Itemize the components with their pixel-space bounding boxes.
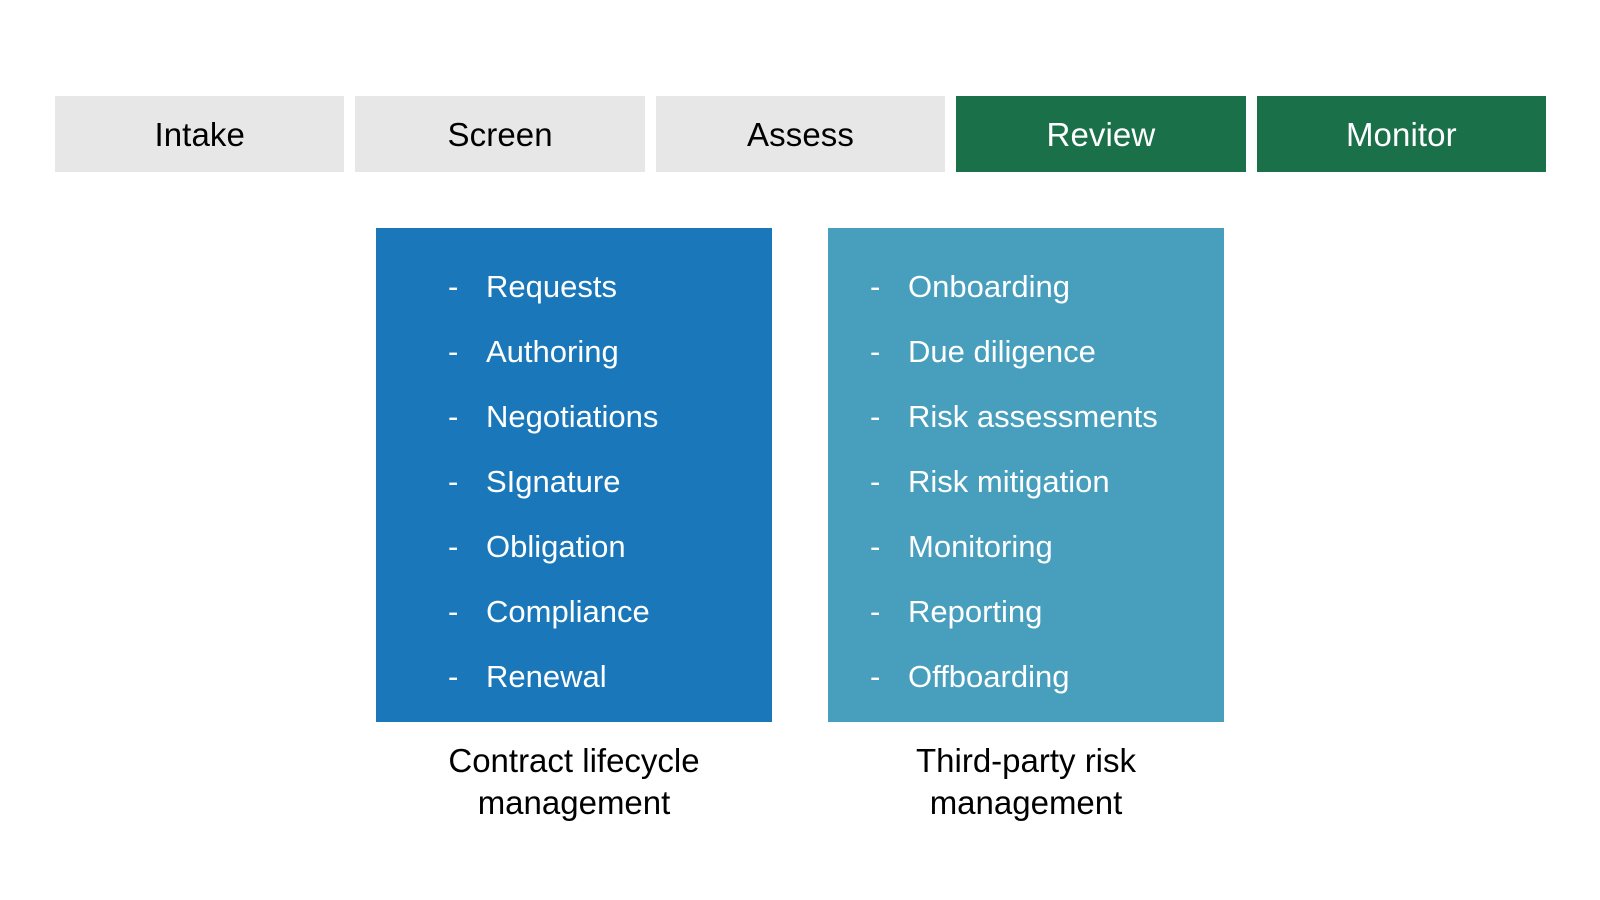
list-item-label: Due diligence	[908, 334, 1096, 369]
list-item-label: Renewal	[486, 659, 607, 694]
stage-tab-intake[interactable]: Intake	[55, 96, 345, 172]
list-item-label: SIgnature	[486, 464, 621, 499]
stage-tab-label: Intake	[154, 115, 245, 153]
list-item-label: Requests	[486, 269, 617, 304]
list-item[interactable]: - Risk mitigation	[828, 449, 1224, 514]
list-item[interactable]: - SIgnature	[376, 449, 772, 514]
bullet-dash-icon: -	[870, 269, 881, 304]
bullet-dash-icon: -	[448, 464, 459, 499]
card-third-party-risk-management: - Onboarding - Due diligence - Risk asse…	[828, 228, 1224, 824]
card-body: - Requests - Authoring - Negotiations - …	[376, 228, 772, 722]
capability-list: - Requests - Authoring - Negotiations - …	[376, 254, 772, 709]
bullet-dash-icon: -	[448, 269, 459, 304]
list-item[interactable]: - Offboarding	[828, 644, 1224, 709]
card-caption-line-1: Third-party risk	[915, 742, 1137, 779]
card-caption-line-2: management	[477, 784, 671, 821]
stage-tab-screen[interactable]: Screen	[355, 96, 645, 172]
list-item[interactable]: - Risk assessments	[828, 384, 1224, 449]
stage-tab-assess[interactable]: Assess	[655, 96, 946, 172]
list-item[interactable]: - Requests	[376, 254, 772, 319]
card-contract-lifecycle-management: - Requests - Authoring - Negotiations - …	[376, 228, 772, 824]
bullet-dash-icon: -	[448, 399, 459, 434]
list-item[interactable]: - Renewal	[376, 644, 772, 709]
stage-progress-bar: Intake Screen Assess Review Monitor	[55, 96, 1547, 172]
list-item-label: Monitoring	[908, 529, 1053, 564]
bullet-dash-icon: -	[448, 529, 459, 564]
bullet-dash-icon: -	[870, 529, 881, 564]
list-item[interactable]: - Due diligence	[828, 319, 1224, 384]
bullet-dash-icon: -	[870, 594, 881, 629]
list-item[interactable]: - Reporting	[828, 579, 1224, 644]
card-caption: Contract lifecycle management	[376, 740, 772, 824]
list-item-label: Negotiations	[486, 399, 659, 434]
list-item-label: Authoring	[486, 334, 619, 369]
stage-tab-label: Assess	[747, 115, 854, 153]
list-item-label: Obligation	[486, 529, 626, 564]
list-item-label: Compliance	[486, 594, 650, 629]
bullet-dash-icon: -	[448, 334, 459, 369]
list-item[interactable]: - Compliance	[376, 579, 772, 644]
stage-tab-review[interactable]: Review	[956, 96, 1246, 172]
bullet-dash-icon: -	[870, 334, 881, 369]
stage-tab-monitor[interactable]: Monitor	[1256, 96, 1547, 172]
list-item[interactable]: - Negotiations	[376, 384, 772, 449]
stage-tab-label: Monitor	[1345, 115, 1457, 153]
capability-cards: - Requests - Authoring - Negotiations - …	[376, 228, 1224, 821]
bullet-dash-icon: -	[448, 594, 459, 629]
bullet-dash-icon: -	[870, 659, 881, 694]
bullet-dash-icon: -	[870, 464, 881, 499]
bullet-dash-icon: -	[870, 399, 881, 434]
list-item-label: Risk mitigation	[908, 464, 1110, 499]
list-item-label: Offboarding	[908, 659, 1070, 694]
list-item[interactable]: - Authoring	[376, 319, 772, 384]
bullet-dash-icon: -	[448, 659, 459, 694]
list-item-label: Risk assessments	[908, 399, 1158, 434]
card-caption-line-2: management	[929, 784, 1123, 821]
list-item[interactable]: - Monitoring	[828, 514, 1224, 579]
stage-tab-label: Review	[1046, 115, 1156, 153]
card-caption: Third-party risk management	[828, 740, 1224, 824]
card-body: - Onboarding - Due diligence - Risk asse…	[828, 228, 1224, 722]
list-item-label: Onboarding	[908, 269, 1071, 304]
stage-tab-label: Screen	[447, 115, 553, 153]
list-item[interactable]: - Onboarding	[828, 254, 1224, 319]
list-item[interactable]: - Obligation	[376, 514, 772, 579]
list-item-label: Reporting	[908, 594, 1043, 629]
capability-list: - Onboarding - Due diligence - Risk asse…	[828, 254, 1224, 709]
card-caption-line-1: Contract lifecycle	[448, 742, 700, 779]
